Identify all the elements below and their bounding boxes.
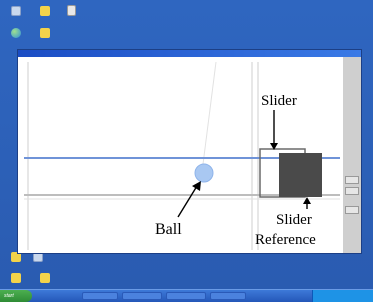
slider-reference-annotation-line1: Slider — [276, 212, 312, 228]
start-button[interactable]: start — [0, 290, 32, 302]
desktop: Slider Ball Slider Reference start — [0, 0, 373, 302]
simulation-window: Slider Ball Slider Reference — [17, 49, 362, 254]
document-desktop-icon[interactable] — [60, 5, 82, 16]
simulation-canvas: Slider Ball Slider Reference — [24, 61, 340, 250]
simulation-stage: Slider Ball Slider Reference — [24, 61, 340, 250]
taskbar-item-4[interactable] — [210, 292, 246, 300]
folder-desktop-icon[interactable] — [34, 6, 56, 16]
folder-desktop-icon-2[interactable] — [34, 28, 56, 38]
control-button-3[interactable] — [345, 206, 359, 214]
taskbar: start — [0, 289, 373, 302]
taskbar-item-1[interactable] — [82, 292, 118, 300]
window-titlebar[interactable] — [18, 50, 361, 57]
folder-icon — [40, 6, 50, 16]
pendulum-string — [201, 61, 217, 173]
taskbar-item-3[interactable] — [166, 292, 206, 300]
folder-icon — [40, 273, 50, 283]
ball-arrowhead — [192, 181, 201, 191]
slider[interactable] — [279, 153, 322, 197]
recycle-bin-icon — [11, 6, 21, 16]
slider-reference-annotation-line2: Reference — [255, 232, 316, 248]
network-icon — [11, 28, 21, 38]
folder-desktop-icon-4[interactable] — [5, 273, 27, 283]
slider-annotation: Slider — [261, 93, 297, 109]
ball[interactable] — [194, 163, 214, 183]
folder-icon — [11, 273, 21, 283]
recycle-bin-desktop-icon[interactable] — [5, 6, 27, 16]
slider-reference-arrowhead — [303, 197, 311, 204]
control-button-2[interactable] — [345, 187, 359, 195]
network-desktop-icon[interactable] — [5, 28, 27, 38]
control-button-1[interactable] — [345, 176, 359, 184]
folder-icon — [40, 28, 50, 38]
document-icon — [66, 5, 76, 16]
ball-arrow — [177, 185, 198, 218]
ball-annotation: Ball — [155, 221, 182, 238]
taskbar-item-2[interactable] — [122, 292, 162, 300]
system-tray — [312, 290, 373, 302]
folder-desktop-icon-5[interactable] — [34, 273, 56, 283]
control-panel — [343, 57, 361, 253]
